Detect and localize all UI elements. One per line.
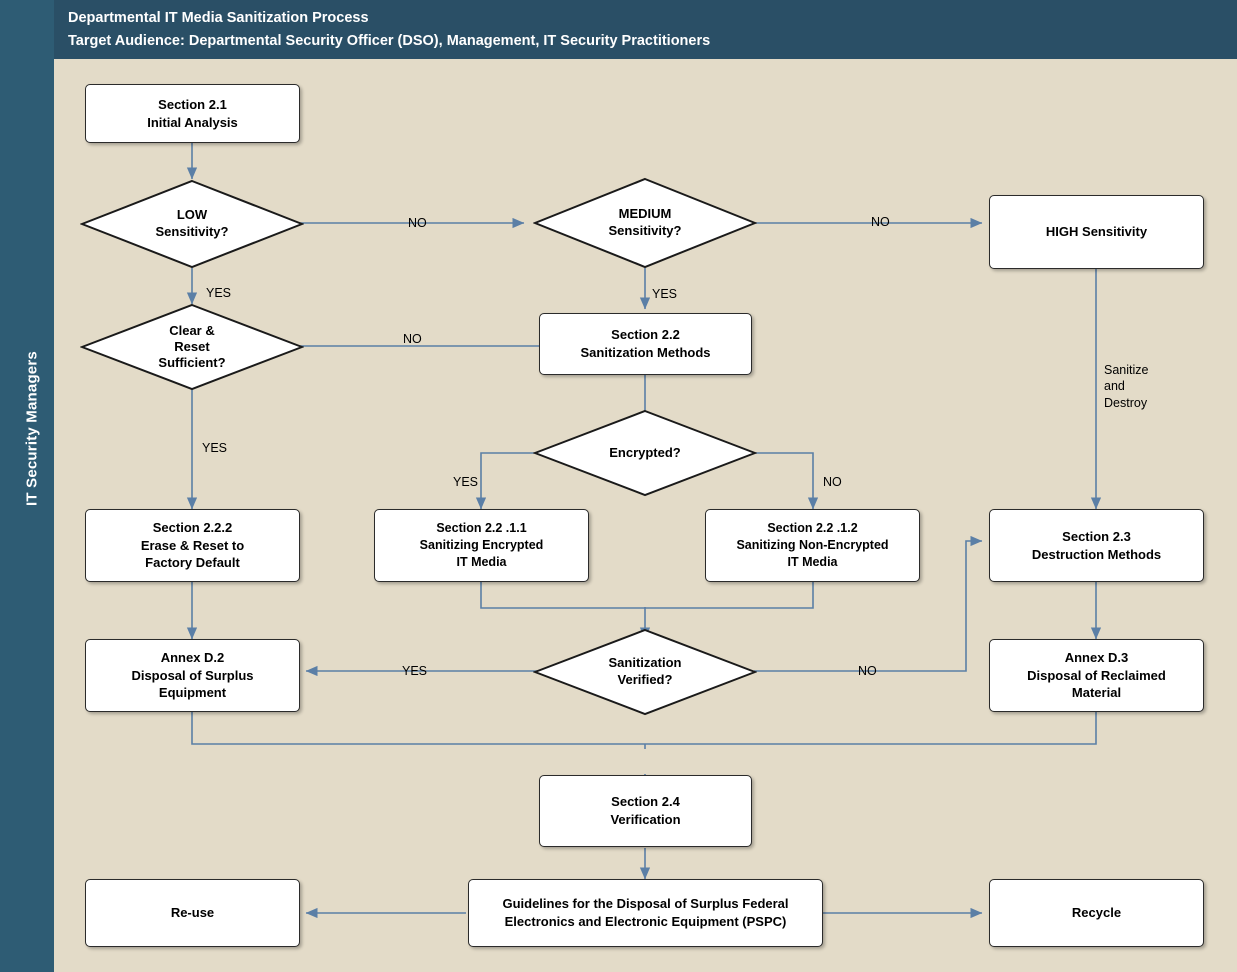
node-clear-reset-sufficient[interactable]: Clear & Reset Sufficient? [80, 303, 304, 391]
node-high-sensitivity[interactable]: HIGH Sensitivity [989, 195, 1204, 269]
node-sanitizing-encrypted[interactable]: Section 2.2 .1.1 Sanitizing Encrypted IT… [374, 509, 589, 582]
edge-label-medium-no: NO [871, 215, 890, 229]
node-destruction-methods[interactable]: Section 2.3 Destruction Methods [989, 509, 1204, 582]
node-recycle[interactable]: Recycle [989, 879, 1204, 947]
node-recycle-label: Recycle [1071, 905, 1122, 921]
node-medium-sensitivity-label: MEDIUM Sensitivity? [608, 206, 682, 238]
edge-label-verified-no: NO [858, 664, 877, 678]
edge-label-clear-yes: YES [202, 441, 228, 455]
node-encrypted[interactable]: Encrypted? [533, 409, 757, 497]
node-initial-analysis[interactable]: Section 2.1 Initial Analysis [85, 84, 300, 143]
node-sanitization-verified[interactable]: Sanitization Verified? [533, 628, 757, 716]
node-disposal-surplus-label: Annex D.2 Disposal of Surplus Equipment [131, 650, 254, 701]
page-title: Departmental IT Media Sanitization Proce… [68, 10, 369, 26]
page-header: Departmental IT Media Sanitization Proce… [54, 0, 1237, 59]
node-low-sensitivity-label: LOW Sensitivity? [155, 207, 229, 239]
node-high-sensitivity-label: HIGH Sensitivity [1045, 224, 1148, 240]
node-guidelines-pspc-label: Guidelines for the Disposal of Surplus F… [502, 896, 789, 929]
node-erase-reset-factory[interactable]: Section 2.2.2 Erase & Reset to Factory D… [85, 509, 300, 582]
sidebar-label: IT Security Managers [23, 351, 41, 506]
node-sanitizing-non-encrypted-label: Section 2.2 .1.2 Sanitizing Non-Encrypte… [736, 521, 889, 569]
node-destruction-methods-label: Section 2.3 Destruction Methods [1031, 528, 1162, 562]
node-guidelines-pspc[interactable]: Guidelines for the Disposal of Surplus F… [468, 879, 823, 947]
sidebar-band: IT Security Managers [0, 0, 54, 972]
node-sanitizing-encrypted-label: Section 2.2 .1.1 Sanitizing Encrypted IT… [419, 521, 544, 569]
node-encrypted-label: Encrypted? [609, 444, 681, 460]
edge-label-low-yes: YES [206, 286, 232, 300]
node-sanitization-methods[interactable]: Section 2.2 Sanitization Methods [539, 313, 752, 375]
node-sanitizing-non-encrypted[interactable]: Section 2.2 .1.2 Sanitizing Non-Encrypte… [705, 509, 920, 582]
diagram-root: IT Security Managers Departmental IT Med… [0, 0, 1237, 972]
edge-label-encrypted-no: NO [823, 475, 842, 489]
node-low-sensitivity[interactable]: LOW Sensitivity? [80, 179, 304, 269]
edge-label-verified-yes: YES [402, 664, 428, 678]
edge-label-medium-yes: YES [652, 287, 678, 301]
node-erase-reset-factory-label: Section 2.2.2 Erase & Reset to Factory D… [140, 520, 245, 571]
node-reuse-label: Re-use [170, 905, 215, 921]
flowchart-canvas: Section 2.1 Initial Analysis LOW Sensiti… [54, 59, 1237, 972]
page-subtitle: Target Audience: Departmental Security O… [68, 33, 711, 49]
node-disposal-reclaimed[interactable]: Annex D.3 Disposal of Reclaimed Material [989, 639, 1204, 712]
node-initial-analysis-label: Section 2.1 Initial Analysis [147, 96, 238, 130]
node-verification-label: Section 2.4 Verification [610, 794, 681, 827]
node-medium-sensitivity[interactable]: MEDIUM Sensitivity? [533, 177, 757, 269]
node-clear-reset-label: Clear & Reset Sufficient? [158, 322, 226, 371]
edge-label-encrypted-yes: YES [453, 475, 479, 489]
node-disposal-reclaimed-label: Annex D.3 Disposal of Reclaimed Material [1027, 650, 1166, 701]
node-reuse[interactable]: Re-use [85, 879, 300, 947]
node-sanitization-methods-label: Section 2.2 Sanitization Methods [580, 327, 711, 360]
node-verification[interactable]: Section 2.4 Verification [539, 775, 752, 847]
edge-label-clear-no: NO [403, 332, 422, 346]
edge-label-low-no: NO [408, 216, 427, 230]
node-disposal-surplus[interactable]: Annex D.2 Disposal of Surplus Equipment [85, 639, 300, 712]
edge-label-sanitize-and-destroy: Sanitize and Destroy [1104, 363, 1149, 410]
node-sanitization-verified-label: Sanitization Verified? [608, 655, 682, 687]
